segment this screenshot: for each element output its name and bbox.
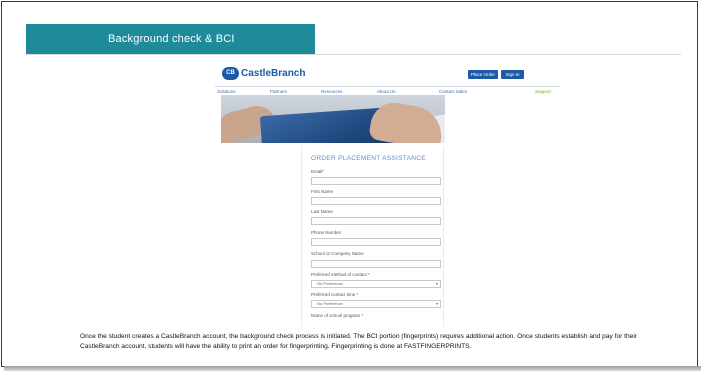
contact-time-select[interactable]: No Preference ▾ [311, 300, 441, 308]
phone-label: Phone Number [311, 230, 342, 235]
program-label: Name of school program * [311, 313, 364, 318]
contact-time-value: No Preference [317, 301, 343, 306]
contact-time-label: Preferred contact time * [311, 292, 359, 297]
last-name-field[interactable] [311, 217, 441, 225]
logo-text: CastleBranch [241, 68, 306, 79]
phone-field[interactable] [311, 238, 441, 246]
caption-line-1: Once the student creates a CastleBranch … [80, 333, 637, 340]
slide-caption: Once the student creates a CastleBranch … [80, 332, 695, 352]
order-assistance-form: ORDER PLACEMENT ASSISTANCE Email* First … [301, 146, 444, 327]
slide-title: Background check & BCI [26, 24, 315, 54]
castlebranch-logo[interactable]: CB CastleBranch [222, 67, 305, 80]
place-order-button[interactable]: Place Order [468, 70, 498, 79]
contact-method-select[interactable]: No Preference ▾ [311, 280, 441, 288]
contact-method-label: Preferred method of contact * [311, 272, 370, 277]
slide-shadow [4, 366, 701, 371]
school-label: School or Company Name [311, 251, 364, 256]
first-name-field[interactable] [311, 197, 441, 205]
nav-about-us[interactable]: About Us [377, 89, 396, 94]
first-name-label: First Name [311, 189, 334, 194]
nav-partners[interactable]: Partners [270, 89, 287, 94]
nav-solutions[interactable]: Solutions [217, 89, 236, 94]
email-field[interactable] [311, 177, 441, 185]
email-label: Email* [311, 169, 325, 174]
nav-support[interactable]: Support [535, 89, 551, 94]
chevron-down-icon: ▾ [435, 301, 438, 306]
last-name-label: Last Name [311, 209, 333, 214]
contact-method-value: No Preference [317, 281, 343, 286]
title-divider [26, 54, 681, 55]
form-heading: ORDER PLACEMENT ASSISTANCE [311, 155, 426, 162]
school-field[interactable] [311, 260, 441, 268]
caption-line-2: CastleBranch account, students will have… [80, 343, 472, 350]
hero-image [221, 95, 445, 143]
nav-resources[interactable]: Resources [321, 89, 343, 94]
site-nav: Solutions Partners Resources About Us Co… [215, 86, 560, 95]
chevron-down-icon: ▾ [435, 281, 438, 286]
slide: Background check & BCI CB CastleBranch P… [1, 1, 698, 367]
nav-contact-sales[interactable]: Contact Sales [439, 89, 467, 94]
sign-in-button[interactable]: Sign In [501, 70, 524, 79]
website-screenshot: CB CastleBranch Place Order Sign In Solu… [215, 62, 560, 327]
logo-mark-icon: CB [222, 67, 239, 80]
